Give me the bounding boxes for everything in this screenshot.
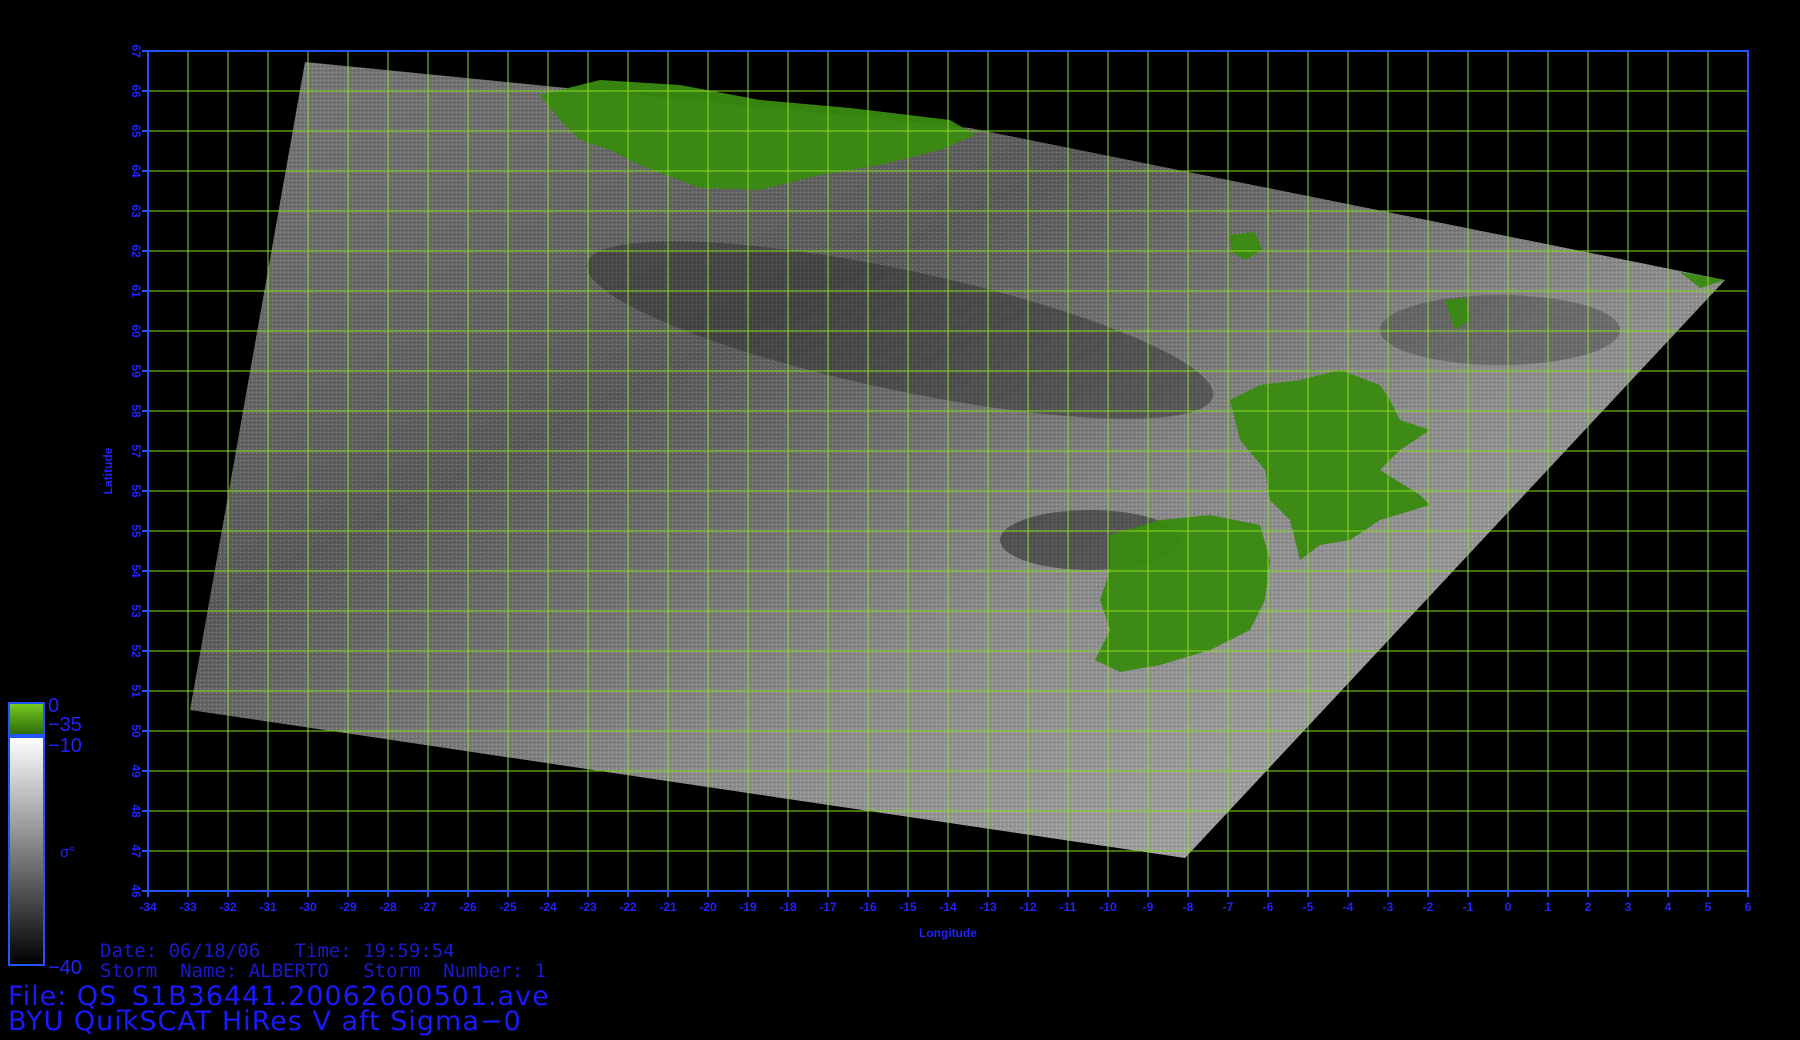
x-tick-label: -19 (739, 900, 757, 914)
x-tick-label: 3 (1625, 900, 1632, 914)
y-tick-label: 53 (129, 604, 143, 618)
y-tick-label: 60 (129, 324, 143, 338)
x-tick-label: -29 (339, 900, 357, 914)
satellite-swath (190, 62, 1725, 858)
y-tick-label: 55 (129, 524, 143, 538)
x-tick-label: -17 (819, 900, 837, 914)
x-tick-label: -34 (139, 900, 157, 914)
map-plot: -34 -33 -32 -31 -30 -29 -28 -27 -26 -25 -24 -23 -22-… (8, 44, 1752, 966)
x-tick-label: -6 (1263, 900, 1274, 914)
colorbar-land (8, 702, 45, 736)
x-tick-label: -31 (259, 900, 277, 914)
x-tick-label: -23 (579, 900, 597, 914)
x-tick-label: -7 (1223, 900, 1234, 914)
y-tick-label: 61 (129, 284, 143, 298)
colorbar (8, 702, 45, 966)
x-tick-label: 4 (1665, 900, 1672, 914)
y-tick-label: 63 (129, 204, 143, 218)
x-tick-label: -16 (859, 900, 877, 914)
colorbar-sea-bottom: −40 (48, 957, 82, 979)
colorbar-land-bottom: −35 (48, 714, 82, 736)
y-tick-label: 67 (129, 44, 143, 58)
x-tick-label: -18 (779, 900, 797, 914)
x-tick-label: -27 (419, 900, 437, 914)
x-tick-label: -24 (539, 900, 557, 914)
y-tick-label: 58 (129, 404, 143, 418)
x-axis-title: Longitude (919, 926, 977, 940)
x-tick-label: -13 (979, 900, 997, 914)
x-tick-label: -5 (1303, 900, 1314, 914)
grid-lines (147, 50, 1749, 892)
storm-line: Storm Name: ALBERTO Storm Number: 1 (100, 960, 547, 982)
x-tick-label: 0 (1505, 900, 1512, 914)
x-tick-label: -4 (1343, 900, 1354, 914)
colorbar-land-top: 0 (48, 695, 60, 717)
x-tick-label: 2 (1585, 900, 1592, 914)
x-tick-label: -2 (1423, 900, 1434, 914)
x-tick-label: -30 (299, 900, 317, 914)
y-tick-label: 64 (129, 164, 143, 178)
y-axis-title: Latitude (101, 447, 115, 494)
y-tick-label: 57 (129, 444, 143, 458)
y-tick-label: 56 (129, 484, 143, 498)
x-tick-label: -14 (939, 900, 957, 914)
x-tick-label: -10 (1099, 900, 1117, 914)
x-tick-label: -26 (459, 900, 477, 914)
y-tick-label: 52 (129, 644, 143, 658)
y-tick-label: 62 (129, 244, 143, 258)
x-tick-label: -3 (1383, 900, 1394, 914)
y-tick-label: 49 (129, 764, 143, 778)
y-tick-label: 51 (129, 684, 143, 698)
y-tick-label: 46 (129, 884, 143, 898)
x-tick-label: -1 (1463, 900, 1474, 914)
x-tick-label: -15 (899, 900, 917, 914)
x-tick-label: -22 (619, 900, 637, 914)
y-tick-label: 54 (129, 564, 143, 578)
x-tick-label: 6 (1745, 900, 1752, 914)
x-tick-label: -33 (179, 900, 197, 914)
x-tick-label: -21 (659, 900, 677, 914)
y-tick-label: 48 (129, 804, 143, 818)
x-tick-label: -9 (1143, 900, 1154, 914)
y-tick-label: 47 (129, 844, 143, 858)
colorbar-sea-top: −10 (48, 735, 82, 757)
x-tick-label: 1 (1545, 900, 1552, 914)
x-tick-label: -25 (499, 900, 517, 914)
y-tick-label: 50 (129, 724, 143, 738)
date-time-line: Date: 06/18/06 Time: 19:59:54 (100, 940, 455, 962)
x-tick-label: 5 (1705, 900, 1712, 914)
x-tick-label: -32 (219, 900, 237, 914)
colorbar-symbol: σ° (60, 844, 76, 861)
x-tick-label: -28 (379, 900, 397, 914)
colorbar-sea (8, 736, 45, 966)
x-tick-label: -8 (1183, 900, 1194, 914)
y-tick-label: 65 (129, 124, 143, 138)
x-tick-label: -11 (1060, 900, 1077, 914)
y-tick-label: 59 (129, 364, 143, 378)
y-tick-label: 66 (129, 84, 143, 98)
x-tick-label: -20 (699, 900, 717, 914)
x-tick-label: -12 (1019, 900, 1037, 914)
product-title: BYU QuikSCAT HiRes V aft Sigma−0 (8, 1006, 522, 1037)
